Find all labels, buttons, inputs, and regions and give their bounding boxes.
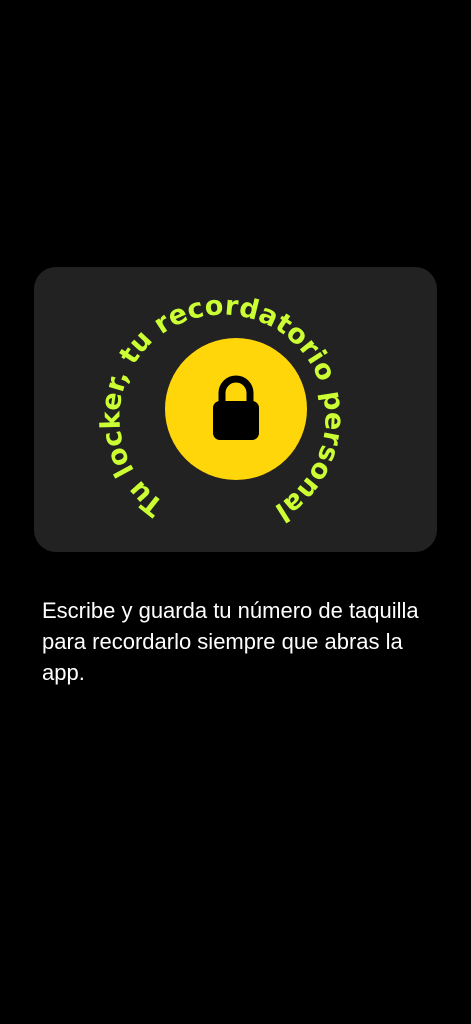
locker-feature-card: Tu locker, tu recordatorio personal <box>34 267 437 552</box>
screen: Tu locker, tu recordatorio personal Escr… <box>0 0 471 1024</box>
locker-illustration: Tu locker, tu recordatorio personal <box>95 290 349 527</box>
feature-description: Escribe y guarda tu número de taquilla p… <box>42 598 419 685</box>
